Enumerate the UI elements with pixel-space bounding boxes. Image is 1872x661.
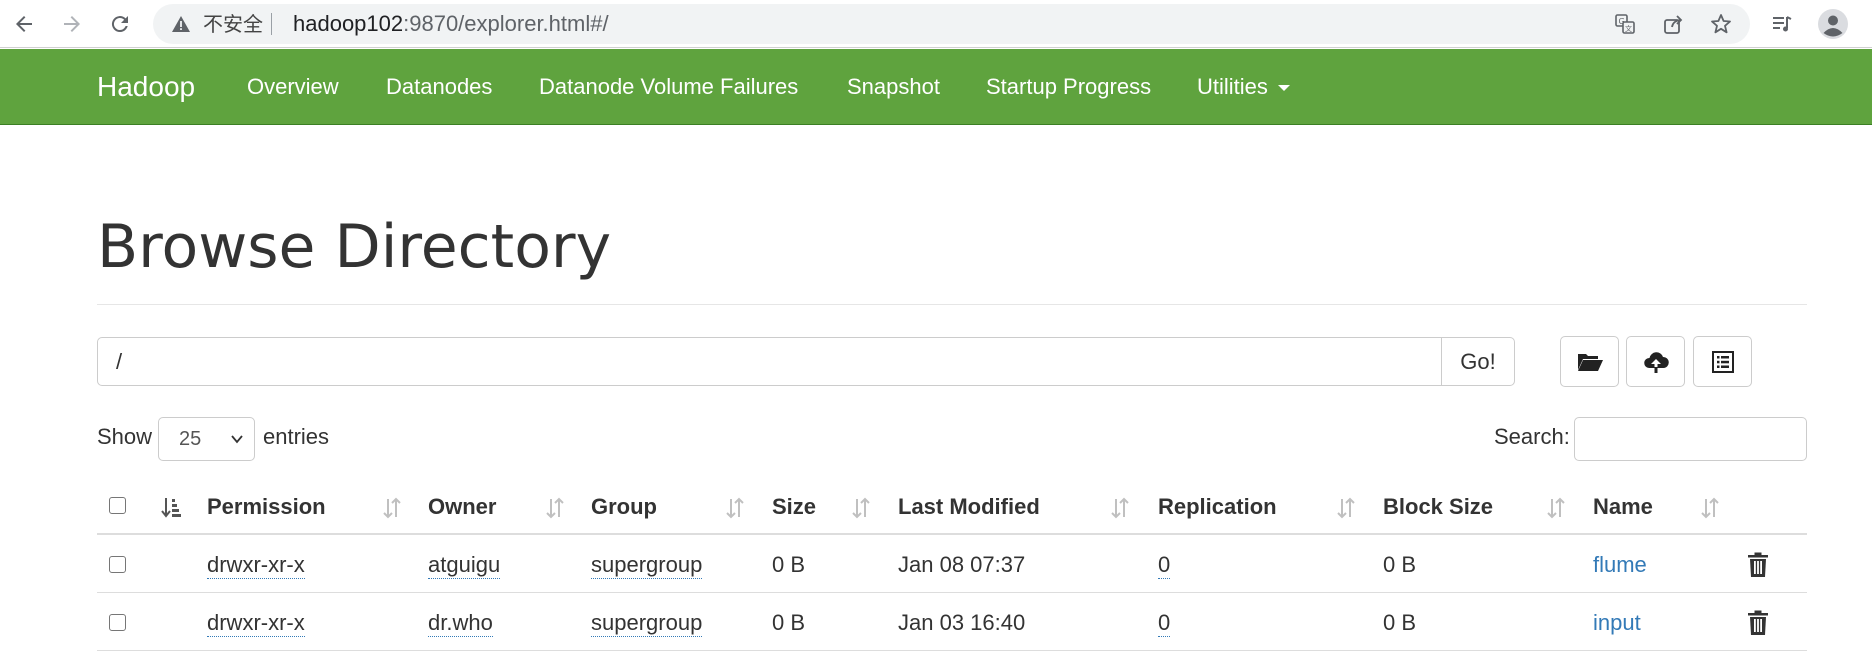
cell-size: 0 B — [772, 552, 806, 577]
column-last-modified[interactable]: Last Modified — [898, 478, 1040, 535]
column-replication[interactable]: Replication — [1158, 478, 1277, 535]
row-checkbox[interactable] — [109, 556, 126, 573]
sort-icon[interactable] — [1109, 496, 1131, 520]
cell-owner: atguigu — [428, 536, 501, 593]
create-directory-button[interactable] — [1560, 336, 1619, 387]
nav-utilities-label: Utilities — [1197, 74, 1268, 99]
nav-datanode-volume-failures[interactable]: Datanode Volume Failures — [539, 49, 798, 125]
column-permission[interactable]: Permission — [207, 478, 326, 535]
group-value[interactable]: supergroup — [591, 552, 703, 579]
nav-utilities-dropdown[interactable]: Utilities — [1197, 49, 1290, 125]
trash-icon[interactable] — [1747, 552, 1769, 578]
profile-icon[interactable] — [1818, 9, 1848, 39]
sort-icon[interactable] — [381, 496, 403, 520]
sort-icon[interactable] — [1699, 496, 1721, 520]
nav-startup-progress[interactable]: Startup Progress — [986, 49, 1151, 125]
table-search-input[interactable] — [1574, 417, 1807, 461]
nav-overview[interactable]: Overview — [247, 49, 339, 125]
forward-icon — [64, 16, 80, 32]
forward-button[interactable] — [52, 4, 92, 44]
back-icon — [16, 16, 32, 32]
cell-block-size: 0 B — [1383, 552, 1417, 577]
cell-size: 0 B — [772, 610, 806, 635]
bookmark-star-icon[interactable] — [1709, 12, 1733, 36]
replication-value[interactable]: 0 — [1158, 610, 1171, 637]
cell-permission: drwxr-xr-x — [207, 536, 305, 593]
column-name[interactable]: Name — [1593, 478, 1653, 535]
column-owner[interactable]: Owner — [428, 478, 496, 535]
column-block-size[interactable]: Block Size — [1383, 478, 1493, 535]
sort-icon[interactable] — [850, 496, 872, 520]
cell-group: supergroup — [591, 594, 703, 651]
show-label: Show — [97, 424, 153, 449]
warning-icon — [172, 16, 190, 32]
trash-icon[interactable] — [1747, 610, 1769, 636]
share-icon[interactable] — [1661, 12, 1685, 36]
table-row: drwxr-xr-x atguigu supergroup 0 B Jan 08… — [97, 536, 1807, 593]
select-all-checkbox[interactable] — [109, 497, 126, 514]
cell-permission: drwxr-xr-x — [207, 594, 305, 651]
title-divider — [97, 304, 1807, 305]
sort-icon[interactable] — [544, 496, 566, 520]
permission-value[interactable]: drwxr-xr-x — [207, 552, 305, 579]
reload-button[interactable] — [100, 4, 140, 44]
cell-block-size: 0 B — [1383, 610, 1417, 635]
browser-toolbar: 不安全 hadoop102:9870/explorer.html#/ G文 — [0, 0, 1872, 48]
insecure-label: 不安全 — [203, 12, 263, 36]
cut-paste-button[interactable] — [1693, 336, 1752, 387]
cell-replication: 0 — [1158, 536, 1171, 593]
column-size[interactable]: Size — [772, 478, 816, 535]
reload-icon — [111, 16, 128, 33]
file-name-link[interactable]: flume — [1593, 536, 1647, 593]
svg-text:文: 文 — [1625, 24, 1632, 33]
sort-icon[interactable] — [724, 496, 746, 520]
translate-icon[interactable]: G文 — [1613, 12, 1637, 36]
list-alt-icon — [1711, 350, 1734, 373]
entries-label: entries — [263, 424, 330, 449]
folder-open-icon — [1577, 353, 1603, 371]
chevron-down-icon — [231, 435, 243, 444]
address-separator — [271, 13, 272, 35]
owner-value[interactable]: dr.who — [428, 610, 493, 637]
brand-link[interactable]: Hadoop — [97, 49, 195, 125]
reading-list-icon[interactable] — [1770, 12, 1794, 36]
entries-per-page-select[interactable]: 25 — [158, 417, 255, 461]
cell-last-modified: Jan 08 07:37 — [898, 552, 1026, 577]
table-header: Permission Owner Group Size Last Modifie… — [97, 478, 1807, 535]
upload-files-button[interactable] — [1626, 336, 1685, 387]
cell-group: supergroup — [591, 536, 703, 593]
back-button[interactable] — [4, 4, 44, 44]
nav-snapshot[interactable]: Snapshot — [847, 49, 940, 125]
page-title: Browse Directory — [97, 212, 612, 282]
cell-last-modified: Jan 03 16:40 — [898, 610, 1026, 635]
nav-datanodes[interactable]: Datanodes — [386, 49, 492, 125]
replication-value[interactable]: 0 — [1158, 552, 1171, 579]
go-button[interactable]: Go! — [1441, 337, 1515, 386]
sort-icon[interactable] — [1545, 496, 1567, 520]
cell-replication: 0 — [1158, 594, 1171, 651]
table-row: drwxr-xr-x dr.who supergroup 0 B Jan 03 … — [97, 594, 1807, 651]
row-checkbox[interactable] — [109, 614, 126, 631]
hadoop-navbar: Hadoop Overview Datanodes Datanode Volum… — [0, 49, 1872, 125]
directory-path-input[interactable]: / — [97, 337, 1442, 386]
sort-amount-asc-icon[interactable] — [160, 496, 182, 520]
group-value[interactable]: supergroup — [591, 610, 703, 637]
file-name-link[interactable]: input — [1593, 594, 1641, 651]
search-label: Search: — [1494, 424, 1570, 449]
cell-owner: dr.who — [428, 594, 493, 651]
address-bar[interactable]: 不安全 hadoop102:9870/explorer.html#/ G文 — [153, 4, 1750, 44]
entries-select-value: 25 — [179, 428, 202, 450]
caret-down-icon — [1277, 85, 1290, 92]
sort-icon[interactable] — [1335, 496, 1357, 520]
column-group[interactable]: Group — [591, 478, 657, 535]
permission-value[interactable]: drwxr-xr-x — [207, 610, 305, 637]
owner-value[interactable]: atguigu — [428, 552, 501, 579]
url-rest: :9870/explorer.html#/ — [403, 11, 609, 36]
url-host: hadoop102 — [293, 11, 404, 36]
cloud-upload-icon — [1643, 351, 1669, 373]
url-text: hadoop102:9870/explorer.html#/ — [293, 10, 609, 38]
